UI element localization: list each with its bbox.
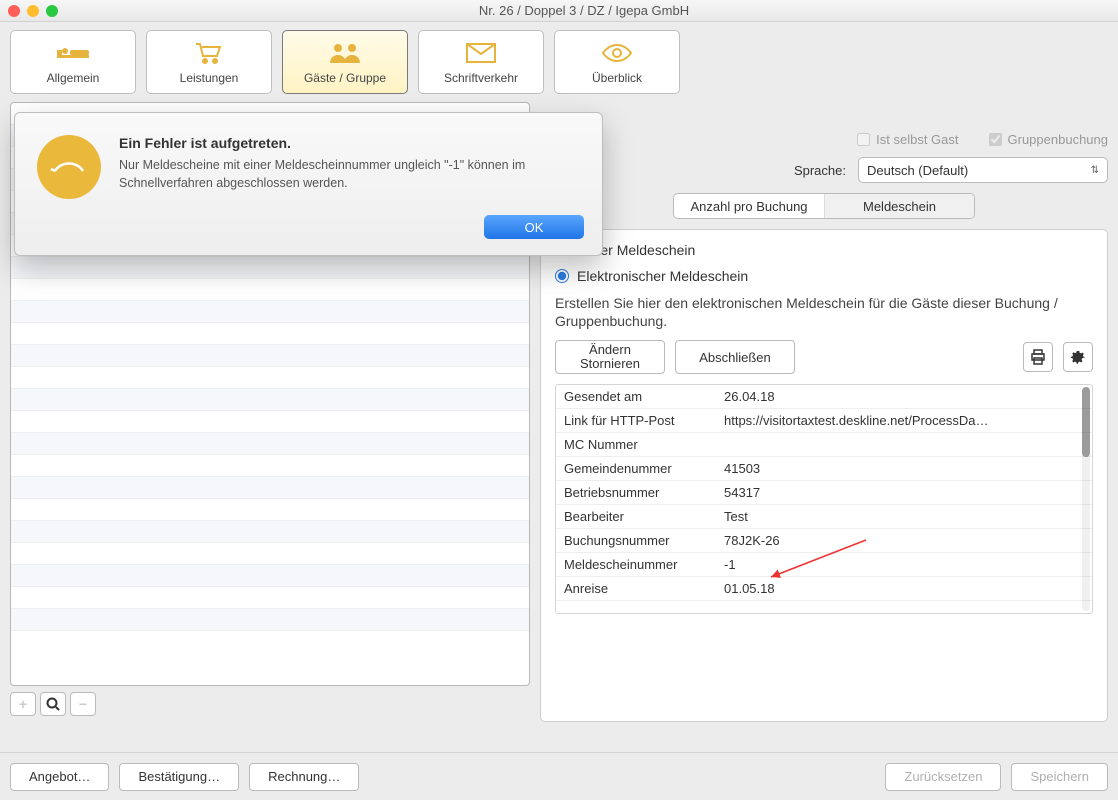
tab-anzahl[interactable]: Anzahl pro Buchung — [674, 194, 824, 218]
detail-key: Buchungsnummer — [556, 529, 716, 553]
detail-row: Betriebsnummer54317 — [556, 481, 1092, 505]
speichern-button[interactable]: Speichern — [1011, 763, 1108, 791]
radio-label: Elektronischer Meldeschein — [577, 268, 748, 284]
detail-value: 26.04.18 — [716, 385, 1092, 409]
gear-icon — [1070, 349, 1086, 365]
angebot-button[interactable]: Angebot… — [10, 763, 109, 791]
table-controls: + − — [10, 686, 530, 722]
abschliessen-button[interactable]: Abschließen — [675, 340, 795, 374]
detail-key: Gemeindenummer — [556, 457, 716, 481]
detail-value: 54317 — [716, 481, 1092, 505]
detail-value — [716, 433, 1092, 457]
detail-key: Bearbeiter — [556, 505, 716, 529]
eye-icon — [601, 39, 633, 67]
close-window-button[interactable] — [8, 5, 20, 17]
tab-label: Überblick — [592, 71, 642, 85]
dialog-body: Nur Meldescheine mit einer Meldescheinnu… — [119, 157, 580, 192]
group-options: Ist selbst Gast Gruppenbuchung — [540, 132, 1108, 147]
detail-row: BearbeiterTest — [556, 505, 1092, 529]
ok-button[interactable]: OK — [484, 215, 584, 239]
tab-meldeschein[interactable]: Meldeschein — [824, 194, 974, 218]
detail-row: Gemeindenummer41503 — [556, 457, 1092, 481]
zoom-window-button[interactable] — [46, 5, 58, 17]
mail-icon — [466, 39, 496, 67]
detail-row: Meldescheinummer-1 — [556, 553, 1092, 577]
detail-value: Test — [716, 505, 1092, 529]
meldeschein-description: Erstellen Sie hier den elektronischen Me… — [555, 294, 1093, 330]
detail-row: Gesendet am26.04.18 — [556, 385, 1092, 409]
detail-row: Buchungsnummer78J2K-26 — [556, 529, 1092, 553]
detail-key: Link für HTTP-Post — [556, 409, 716, 433]
printer-icon — [1030, 349, 1046, 365]
right-tabbar: Anzahl pro Buchung Meldeschein — [540, 193, 1108, 219]
aendern-stornieren-button[interactable]: Ändern Stornieren — [555, 340, 665, 374]
checkbox-label: Ist selbst Gast — [876, 132, 958, 147]
tab-schriftverkehr[interactable]: Schriftverkehr — [418, 30, 544, 94]
tab-leistungen[interactable]: Leistungen — [146, 30, 272, 94]
detail-value: 01.05.18 — [716, 577, 1092, 601]
checkbox-label: Gruppenbuchung — [1008, 132, 1108, 147]
bestaetigung-button[interactable]: Bestätigung… — [119, 763, 239, 791]
meldeschein-details[interactable]: Gesendet am26.04.18Link für HTTP-Posthtt… — [555, 384, 1093, 614]
detail-row: Anreise01.05.18 — [556, 577, 1092, 601]
radio-einfacher[interactable]: infacher Meldeschein — [563, 242, 1093, 258]
group-icon — [328, 39, 362, 67]
right-panel: Ist selbst Gast Gruppenbuchung Sprache: … — [540, 102, 1108, 722]
detail-value: 78J2K-26 — [716, 529, 1092, 553]
detail-key: Betriebsnummer — [556, 481, 716, 505]
meldeschein-panel: infacher Meldeschein Elektronischer Meld… — [540, 229, 1108, 722]
scrollbar-thumb[interactable] — [1082, 387, 1090, 457]
rechnung-button[interactable]: Rechnung… — [249, 763, 359, 791]
radio-elektronischer[interactable]: Elektronischer Meldeschein — [555, 268, 1093, 284]
detail-key: MC Nummer — [556, 433, 716, 457]
tab-allgemein[interactable]: Allgemein — [10, 30, 136, 94]
detail-key: Gesendet am — [556, 385, 716, 409]
app-icon — [37, 135, 101, 199]
titlebar: Nr. 26 / Doppel 3 / DZ / Igepa GmbH — [0, 0, 1118, 22]
meldeschein-buttons: Ändern Stornieren Abschließen — [555, 340, 1093, 374]
detail-key: Meldescheinummer — [556, 553, 716, 577]
tab-label: Gäste / Gruppe — [304, 71, 386, 85]
window-title: Nr. 26 / Doppel 3 / DZ / Igepa GmbH — [58, 3, 1110, 18]
cart-icon — [194, 39, 224, 67]
tab-label: Allgemein — [47, 71, 100, 85]
detail-row: MC Nummer — [556, 433, 1092, 457]
remove-row-button[interactable]: − — [70, 692, 96, 716]
bed-icon — [56, 39, 90, 67]
tab-gaeste-gruppe[interactable]: Gäste / Gruppe — [282, 30, 408, 94]
language-value: Deutsch (Default) — [867, 163, 968, 178]
chevron-updown-icon: ⇅ — [1091, 165, 1099, 176]
settings-button[interactable] — [1063, 342, 1093, 372]
group-booking-checkbox[interactable]: Gruppenbuchung — [989, 132, 1108, 147]
print-button[interactable] — [1023, 342, 1053, 372]
detail-value: -1 — [716, 553, 1092, 577]
detail-row: Link für HTTP-Posthttps://visitortaxtest… — [556, 409, 1092, 433]
self-guest-checkbox[interactable]: Ist selbst Gast — [857, 132, 958, 147]
tab-ueberblick[interactable]: Überblick — [554, 30, 680, 94]
footer-bar: Angebot… Bestätigung… Rechnung… Zurückse… — [0, 752, 1118, 800]
detail-value: 41503 — [716, 457, 1092, 481]
detail-value: https://visitortaxtest.deskline.net/Proc… — [716, 409, 1092, 433]
minimize-window-button[interactable] — [27, 5, 39, 17]
tab-label: Leistungen — [180, 71, 239, 85]
main-toolbar: Allgemein Leistungen Gäste / Gruppe Schr… — [0, 22, 1118, 102]
tab-label: Schriftverkehr — [444, 71, 518, 85]
add-row-button[interactable]: + — [10, 692, 36, 716]
detail-key: Anreise — [556, 577, 716, 601]
language-row: Sprache: Deutsch (Default) ⇅ — [540, 157, 1108, 183]
language-select[interactable]: Deutsch (Default) ⇅ — [858, 157, 1108, 183]
error-dialog: Ein Fehler ist aufgetreten. Nur Meldesch… — [14, 112, 603, 256]
search-button[interactable] — [40, 692, 66, 716]
window-controls — [8, 5, 58, 17]
dialog-title: Ein Fehler ist aufgetreten. — [119, 135, 580, 151]
zuruecksetzen-button[interactable]: Zurücksetzen — [885, 763, 1001, 791]
language-label: Sprache: — [794, 163, 846, 178]
